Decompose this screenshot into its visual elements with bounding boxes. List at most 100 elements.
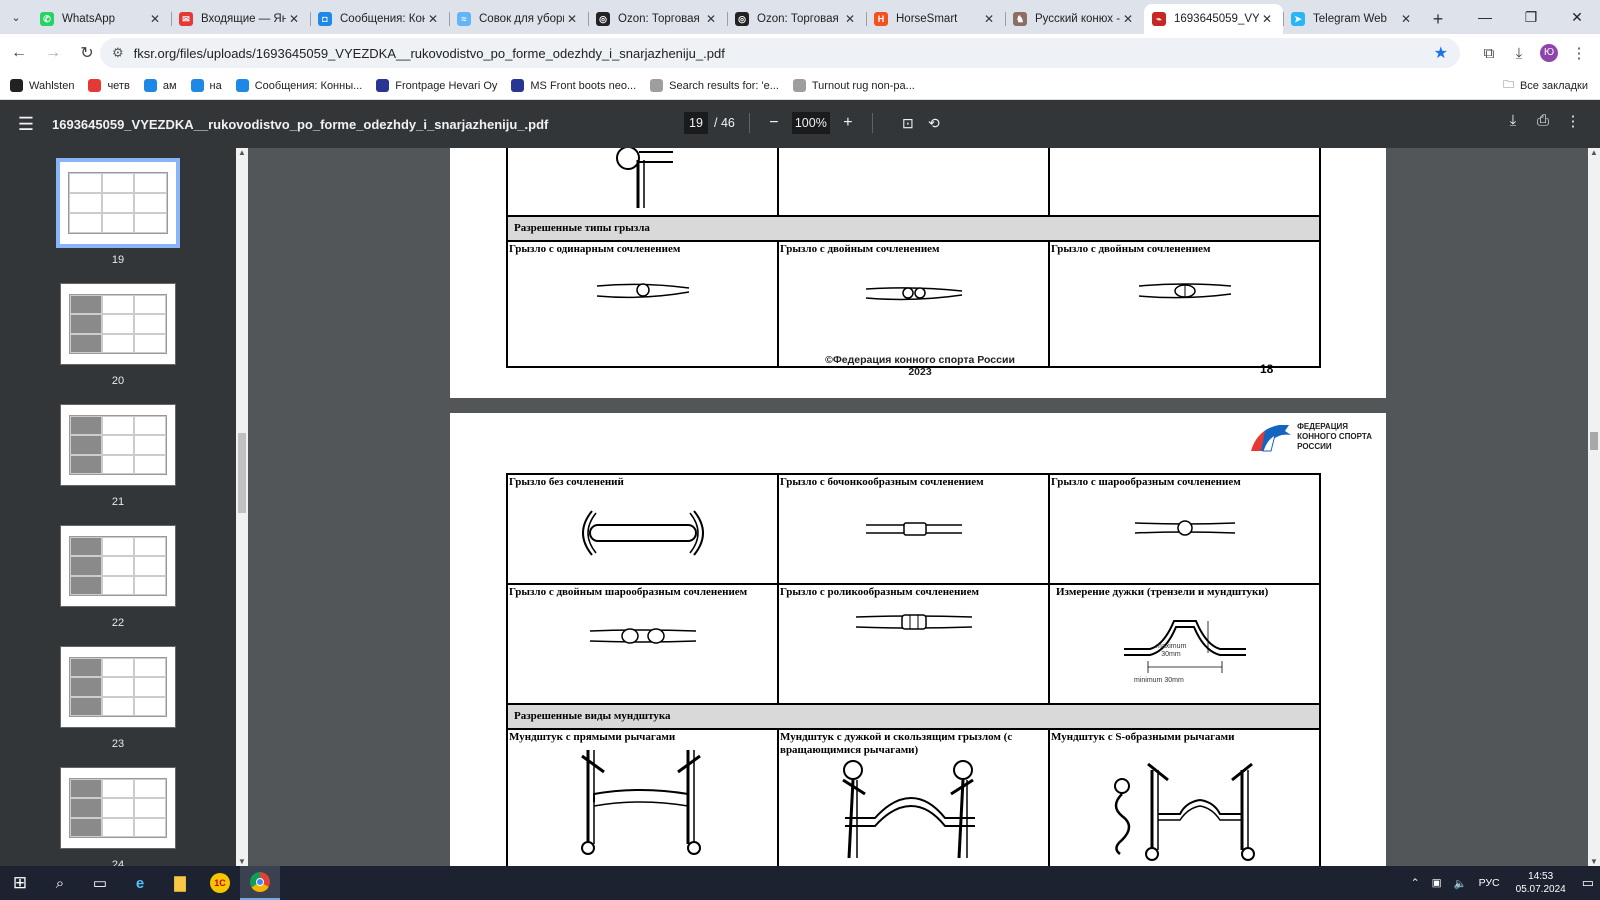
close-window-icon[interactable]: ✕ [1554,9,1600,26]
browser-tab[interactable]: ◎ Ozon: Торговая п ✕ [727,4,866,34]
bookmark-item[interactable]: на [190,79,222,92]
browser-tab[interactable]: ≈ Совок для уборк ✕ [449,4,588,34]
scroll-up-icon[interactable]: ▲ [236,148,248,157]
table-cell: Мундштук с дужкой и скользящим грызлом (… [777,728,1050,866]
zoom-input[interactable]: 100% [791,112,830,134]
print-icon[interactable]: ⎙ [1528,112,1558,130]
bookmark-item[interactable]: MS Front boots neo... [511,79,636,92]
clock-date: 05.07.2024 [1515,884,1566,895]
page-thumbnail[interactable] [60,283,176,365]
table-cell: Грызло с двойным сочленением [1048,240,1321,368]
window-controls: — ❐ ✕ [1462,0,1600,34]
notifications-icon[interactable]: ▭ [1582,875,1594,891]
close-tab-icon[interactable]: ✕ [564,12,580,26]
tab-search-icon[interactable]: ⌄ [0,0,32,34]
sidebar-scrollbar[interactable]: ▲ ▼ [236,148,248,866]
page-thumbnail[interactable] [60,646,176,728]
volume-icon[interactable]: 🔈 [1454,877,1467,890]
language-indicator[interactable]: РУС [1479,877,1500,889]
network-icon[interactable]: ▣ [1432,877,1442,889]
bookmark-item[interactable]: четв [88,79,130,92]
table-cell: Грызло с двойным шарообразным сочленение… [506,583,779,705]
browser-tab[interactable]: ✉ Входящие — Янд ✕ [171,4,310,34]
search-icon[interactable]: ⌕ [40,866,80,900]
new-tab-button[interactable]: + [1422,4,1454,34]
browser-tab[interactable]: H HorseSmart ✕ [866,4,1005,34]
browser-tab[interactable]: ◘ Сообщения: Кон ✕ [310,4,449,34]
close-tab-icon[interactable]: ✕ [286,12,302,26]
rotate-icon[interactable]: ⟲ [921,115,947,132]
browser-tab[interactable]: ♞ Русский конюх - ✕ [1005,4,1144,34]
tray-chevron-icon[interactable]: ⌃ [1411,877,1420,889]
chrome-icon[interactable] [240,866,280,900]
bookmark-label: Search results for: 'e... [669,79,779,92]
page-thumbnail[interactable] [60,404,176,486]
restore-icon[interactable]: ❐ [1508,9,1554,26]
roller-joint-bit-drawing [779,611,1048,633]
thumbnail-page-number: 22 [111,617,125,629]
page-thumbnail[interactable] [56,158,180,248]
bookmark-item[interactable]: Сообщения: Конны... [235,79,363,92]
fit-page-icon[interactable]: ⊡ [895,115,921,132]
table-cell: Грызло с двойным сочленением [777,240,1050,368]
scroll-up-icon[interactable]: ▲ [1588,148,1600,157]
page-number-input[interactable]: 19 [684,112,708,134]
bookmark-label: Сообщения: Конны... [254,79,363,92]
edge-icon[interactable]: e [120,866,160,900]
reload-icon[interactable]: ↻ [72,38,102,68]
close-tab-icon[interactable]: ✕ [1120,12,1136,26]
close-tab-icon[interactable]: ✕ [981,12,997,26]
bookmark-item[interactable]: Turnout rug non-pa... [792,79,915,92]
horse-logo-icon [1251,425,1292,452]
page-thumbnail[interactable] [60,525,176,607]
task-view-icon[interactable]: ▭ [80,866,120,900]
file-explorer-icon[interactable]: ▇ [160,866,200,900]
browser-tab[interactable]: ◎ Ozon: Торговая п ✕ [588,4,727,34]
sidebar-scroll-thumb[interactable] [238,433,246,513]
bookmark-favicon-icon [10,79,23,92]
sliding-cheek-curb-drawing [842,760,975,859]
close-tab-icon[interactable]: ✕ [703,12,719,26]
close-tab-icon[interactable]: ✕ [147,12,163,26]
document-scroll-thumb[interactable] [1590,432,1598,450]
extensions-icon[interactable]: ⧉ [1474,45,1504,62]
site-info-icon[interactable]: ⚙ [112,45,124,61]
close-tab-icon[interactable]: ✕ [1398,12,1414,26]
address-bar[interactable]: ⚙ fksr.org/files/uploads/1693645059_VYEZ… [100,38,1460,68]
close-tab-icon[interactable]: ✕ [1259,12,1275,26]
bookmark-item[interactable]: ам [143,79,177,92]
windows-start-icon[interactable]: ⊞ [0,866,40,900]
download-icon[interactable]: ⤓ [1498,112,1528,130]
1c-app-icon[interactable]: 1С [200,866,240,900]
scroll-down-icon[interactable]: ▼ [1588,857,1600,866]
more-options-icon[interactable]: ⋮ [1558,112,1588,130]
browser-tab[interactable]: ⌁ 1693645059_VYEZ✕ [1144,4,1283,34]
minimize-icon[interactable]: — [1462,9,1508,25]
forward-icon[interactable]: → [38,38,68,68]
downloads-icon[interactable]: ⤓ [1504,45,1534,62]
close-tab-icon[interactable]: ✕ [425,12,441,26]
avatar[interactable]: Ю [1540,44,1558,62]
page-thumbnail[interactable] [60,767,176,849]
pdf-title: 1693645059_VYEZDKA__rukovodistvo_po_form… [52,116,549,132]
cell-caption: Грызло с двойным сочленением [1051,243,1211,255]
bookmark-favicon-icon [235,79,249,92]
browser-tab[interactable]: ➤ Telegram Web ✕ [1283,4,1422,34]
document-scrollbar[interactable]: ▲ ▼ [1588,148,1600,866]
zoom-in-icon[interactable]: + [838,114,858,132]
clock[interactable]: 14:53 05.07.2024 [1516,870,1566,896]
logo-line: ФЕДЕРАЦИЯ [1297,422,1349,431]
pdf-actions: ⤓ ⎙ ⋮ [1498,112,1588,130]
bookmark-item[interactable]: Wahlsten [10,79,74,92]
browser-tab[interactable]: ✆ WhatsApp ✕ [32,4,171,34]
bookmark-star-icon[interactable]: ★ [1434,43,1448,63]
bookmark-item[interactable]: Frontpage Hevari Oy [376,79,497,92]
back-icon[interactable]: ← [4,38,34,68]
zoom-out-icon[interactable]: − [764,114,784,132]
sidebar-menu-icon[interactable]: ☰ [0,114,52,135]
bookmark-item[interactable]: Search results for: 'e... [650,79,779,92]
all-bookmarks[interactable]: 🗀 Все закладки [1503,76,1588,95]
chrome-menu-icon[interactable]: ⋮ [1564,44,1594,62]
scroll-down-icon[interactable]: ▼ [236,857,248,866]
close-tab-icon[interactable]: ✕ [842,12,858,26]
